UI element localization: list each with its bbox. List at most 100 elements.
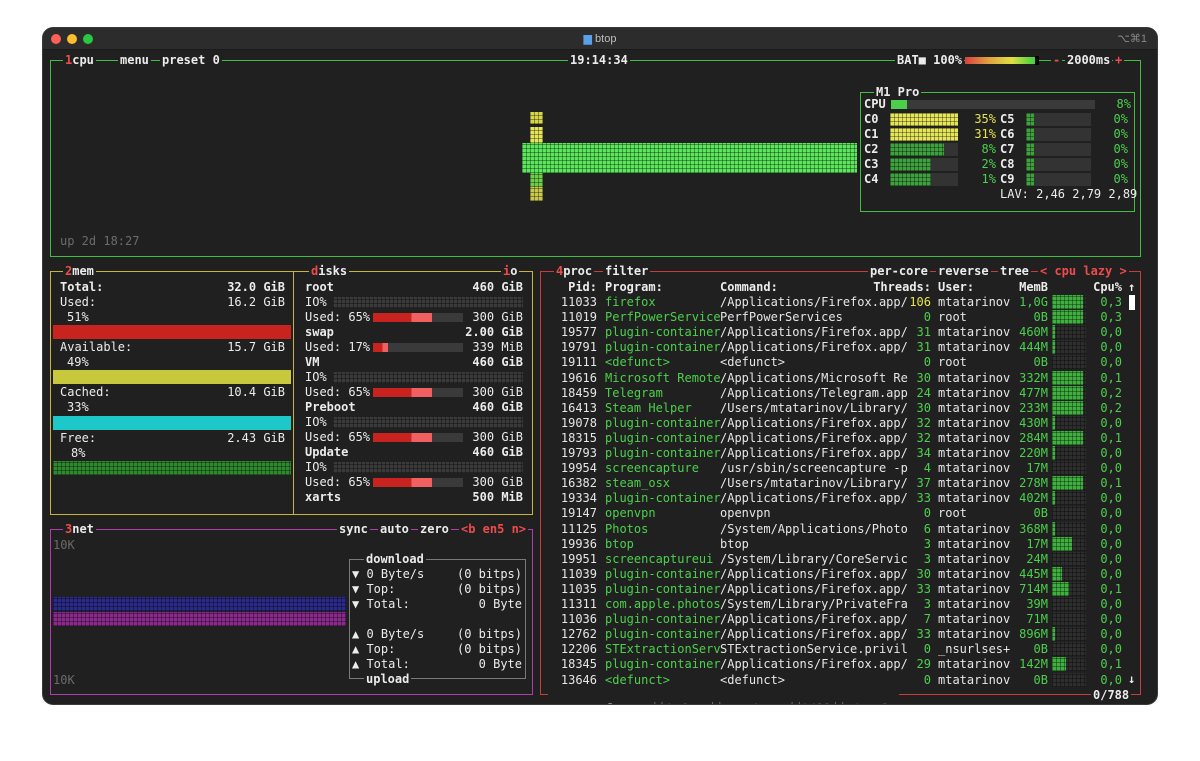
proc-filter-button[interactable]: filter: [603, 264, 651, 278]
cell-user: mtatarinov: [938, 566, 1011, 581]
cpu-header[interactable]: Cpu%: [1090, 280, 1122, 295]
table-row[interactable]: 11036 plugin-container/Applications/Firef…: [550, 612, 1140, 627]
terminate-button[interactable]: terminate: [723, 702, 788, 704]
user-header[interactable]: User:: [938, 280, 974, 295]
cell-cpu: 0,0: [1100, 506, 1122, 521]
cell-threads: 24: [916, 385, 931, 400]
table-row[interactable]: 19793 plugin-container/Applications/Firef…: [550, 446, 1140, 461]
net-interface-selector[interactable]: <b en5 n>: [459, 522, 529, 536]
table-row[interactable]: 16382 steam_osx/Users/mtatarinov/Library/…: [550, 476, 1140, 491]
table-row[interactable]: 19954 screencapture/usr/sbin/screencaptur…: [550, 461, 1140, 476]
disk-used-label: Used: 65%: [305, 385, 371, 399]
cell-user: mtatarinov: [938, 672, 1011, 687]
download-total-label: ▼ Total:: [352, 597, 410, 611]
core-graph: [890, 143, 958, 156]
cell-user: mtatarinov: [938, 627, 1011, 642]
table-row[interactable]: 19577 plugin-container/Applications/Firef…: [550, 325, 1140, 340]
scroll-up-arrow[interactable]: ↑: [1128, 280, 1135, 295]
cell-pid: 12762: [560, 627, 597, 642]
mem-header[interactable]: MemB: [1018, 280, 1048, 295]
table-row[interactable]: 11311 com.apple.photos/System/Library/Pri…: [550, 597, 1140, 612]
cell-cpu: 0,0: [1100, 355, 1122, 370]
menu-button[interactable]: menu: [118, 53, 151, 67]
cell-pid: 18345: [560, 657, 597, 672]
reverse-toggle[interactable]: reverse: [936, 264, 991, 278]
net-auto-button[interactable]: auto: [378, 522, 411, 536]
table-row[interactable]: 11033 firefox/Applications/Firefox.app/10…: [550, 295, 1140, 310]
cell-cpu: 0,3: [1100, 295, 1122, 309]
cell-command: btop: [720, 536, 749, 551]
cell-mem-graph: [1052, 430, 1086, 445]
disks-label[interactable]: disks: [309, 264, 350, 278]
cpu-label[interactable]: 1cpu: [63, 53, 96, 67]
cell-program: plugin-container: [605, 430, 721, 445]
net-download-graph: [53, 597, 346, 611]
table-row[interactable]: 19616 Microsoft Remote/Applications/Micro…: [550, 370, 1140, 386]
cell-program: plugin-container: [605, 415, 721, 430]
net-zero-button[interactable]: zero: [418, 522, 451, 536]
tree-toggle[interactable]: tree: [998, 264, 1031, 278]
table-row[interactable]: 11035 plugin-container/Applications/Firef…: [550, 581, 1140, 597]
download-top-label: ▼ Top:: [352, 582, 396, 596]
per-core-toggle[interactable]: per-core: [868, 264, 930, 278]
cell-pid: 11039: [560, 566, 597, 581]
threads-header[interactable]: Threads:: [865, 280, 931, 295]
scroll-down-arrow[interactable]: ↓: [1128, 672, 1135, 687]
cell-program: btop: [605, 536, 634, 551]
cell-mem-graph: [1052, 355, 1086, 370]
cell-program: plugin-container: [605, 325, 721, 340]
signals-button[interactable]: signals: [846, 702, 897, 704]
info-button[interactable]: info: [666, 702, 695, 704]
table-row[interactable]: 19936 btop btop 3 mtatarinov 17M 0,0: [550, 536, 1140, 552]
io-toggle[interactable]: io: [501, 264, 520, 278]
mem-available-label: Available:: [60, 340, 133, 354]
table-row[interactable]: 19111 <defunct> <defunct> 0 root 0B 0,0: [550, 355, 1140, 370]
preset-button[interactable]: preset 0: [160, 53, 222, 67]
cell-mem-graph: [1052, 536, 1086, 551]
table-row[interactable]: 12762 plugin-container/Applications/Firef…: [550, 627, 1140, 642]
table-row[interactable]: 18345 plugin-container/Applications/Firef…: [550, 657, 1140, 672]
select-up-arrow[interactable]: ↑: [579, 702, 586, 704]
core-percent: 2%: [981, 157, 996, 171]
table-row[interactable]: 11039 plugin-container/Applications/Firef…: [550, 566, 1140, 582]
table-row[interactable]: 19078 plugin-container/Applications/Firef…: [550, 415, 1140, 431]
cell-cpu: 0,2: [1100, 400, 1122, 415]
cell-mem-graph: [1052, 415, 1086, 430]
mem-label[interactable]: 2mem: [63, 264, 96, 278]
net-label[interactable]: 3net: [63, 522, 96, 536]
table-row[interactable]: 18315 plugin-container/Applications/Firef…: [550, 430, 1140, 446]
table-row[interactable]: 18459 Telegram/Applications/Telegram.app 2…: [550, 385, 1140, 401]
disk-used-size: 300 GiB: [472, 430, 523, 444]
interval-increase-button[interactable]: +: [1113, 53, 1125, 67]
program-header[interactable]: Program:: [605, 280, 663, 295]
net-sync-button[interactable]: sync: [337, 522, 370, 536]
disk-used-meter-fill: [373, 433, 432, 442]
cell-mem-graph: [1052, 325, 1086, 340]
table-row[interactable]: 11019 PerfPowerService PerfPowerServices 0 r…: [550, 310, 1140, 325]
command-header[interactable]: Command:: [720, 280, 778, 295]
select-button[interactable]: select: [593, 702, 636, 704]
interval-decrease-button[interactable]: -: [1051, 53, 1063, 67]
table-row[interactable]: 16413 Steam Helper/Users/mtatarinov/Libra…: [550, 400, 1140, 416]
pid-header[interactable]: Pid:: [550, 280, 597, 295]
cell-cpu: 0,0: [1100, 672, 1122, 687]
table-row[interactable]: 13646 <defunct> <defunct> 0 mtatarinov 0B 0,0: [550, 672, 1140, 688]
proc-label[interactable]: 4proc: [554, 264, 595, 278]
sort-selector[interactable]: < cpu lazy >: [1038, 264, 1129, 278]
table-row[interactable]: 11125 Photos/System/Applications/Photo 6 mt…: [550, 521, 1140, 537]
table-row[interactable]: 19147 openvpn openvpn 0 root 0B 0,0: [550, 506, 1140, 521]
table-row[interactable]: 19951 screencaptureui/System/Library/Core…: [550, 551, 1140, 567]
enter-icon: ↵: [702, 702, 709, 704]
cell-user: mtatarinov: [938, 415, 1011, 430]
cpu-total-percent: 8%: [1116, 97, 1131, 111]
disk-used-meter: [373, 433, 463, 442]
cell-pid: 11311: [560, 597, 597, 611]
table-row[interactable]: 12206 STExtractionServ STExtractionService…: [550, 642, 1140, 657]
kill-button[interactable]: kill: [803, 702, 832, 704]
cell-mem: 896M: [1019, 627, 1048, 642]
scrollbar-thumb[interactable]: [1129, 295, 1135, 310]
disk-name: VM: [305, 355, 320, 369]
table-row[interactable]: 19334 plugin-container/Applications/Firef…: [550, 491, 1140, 506]
cell-mem: 278M: [1019, 476, 1048, 491]
table-row[interactable]: 19791 plugin-container/Applications/Firef…: [550, 340, 1140, 355]
